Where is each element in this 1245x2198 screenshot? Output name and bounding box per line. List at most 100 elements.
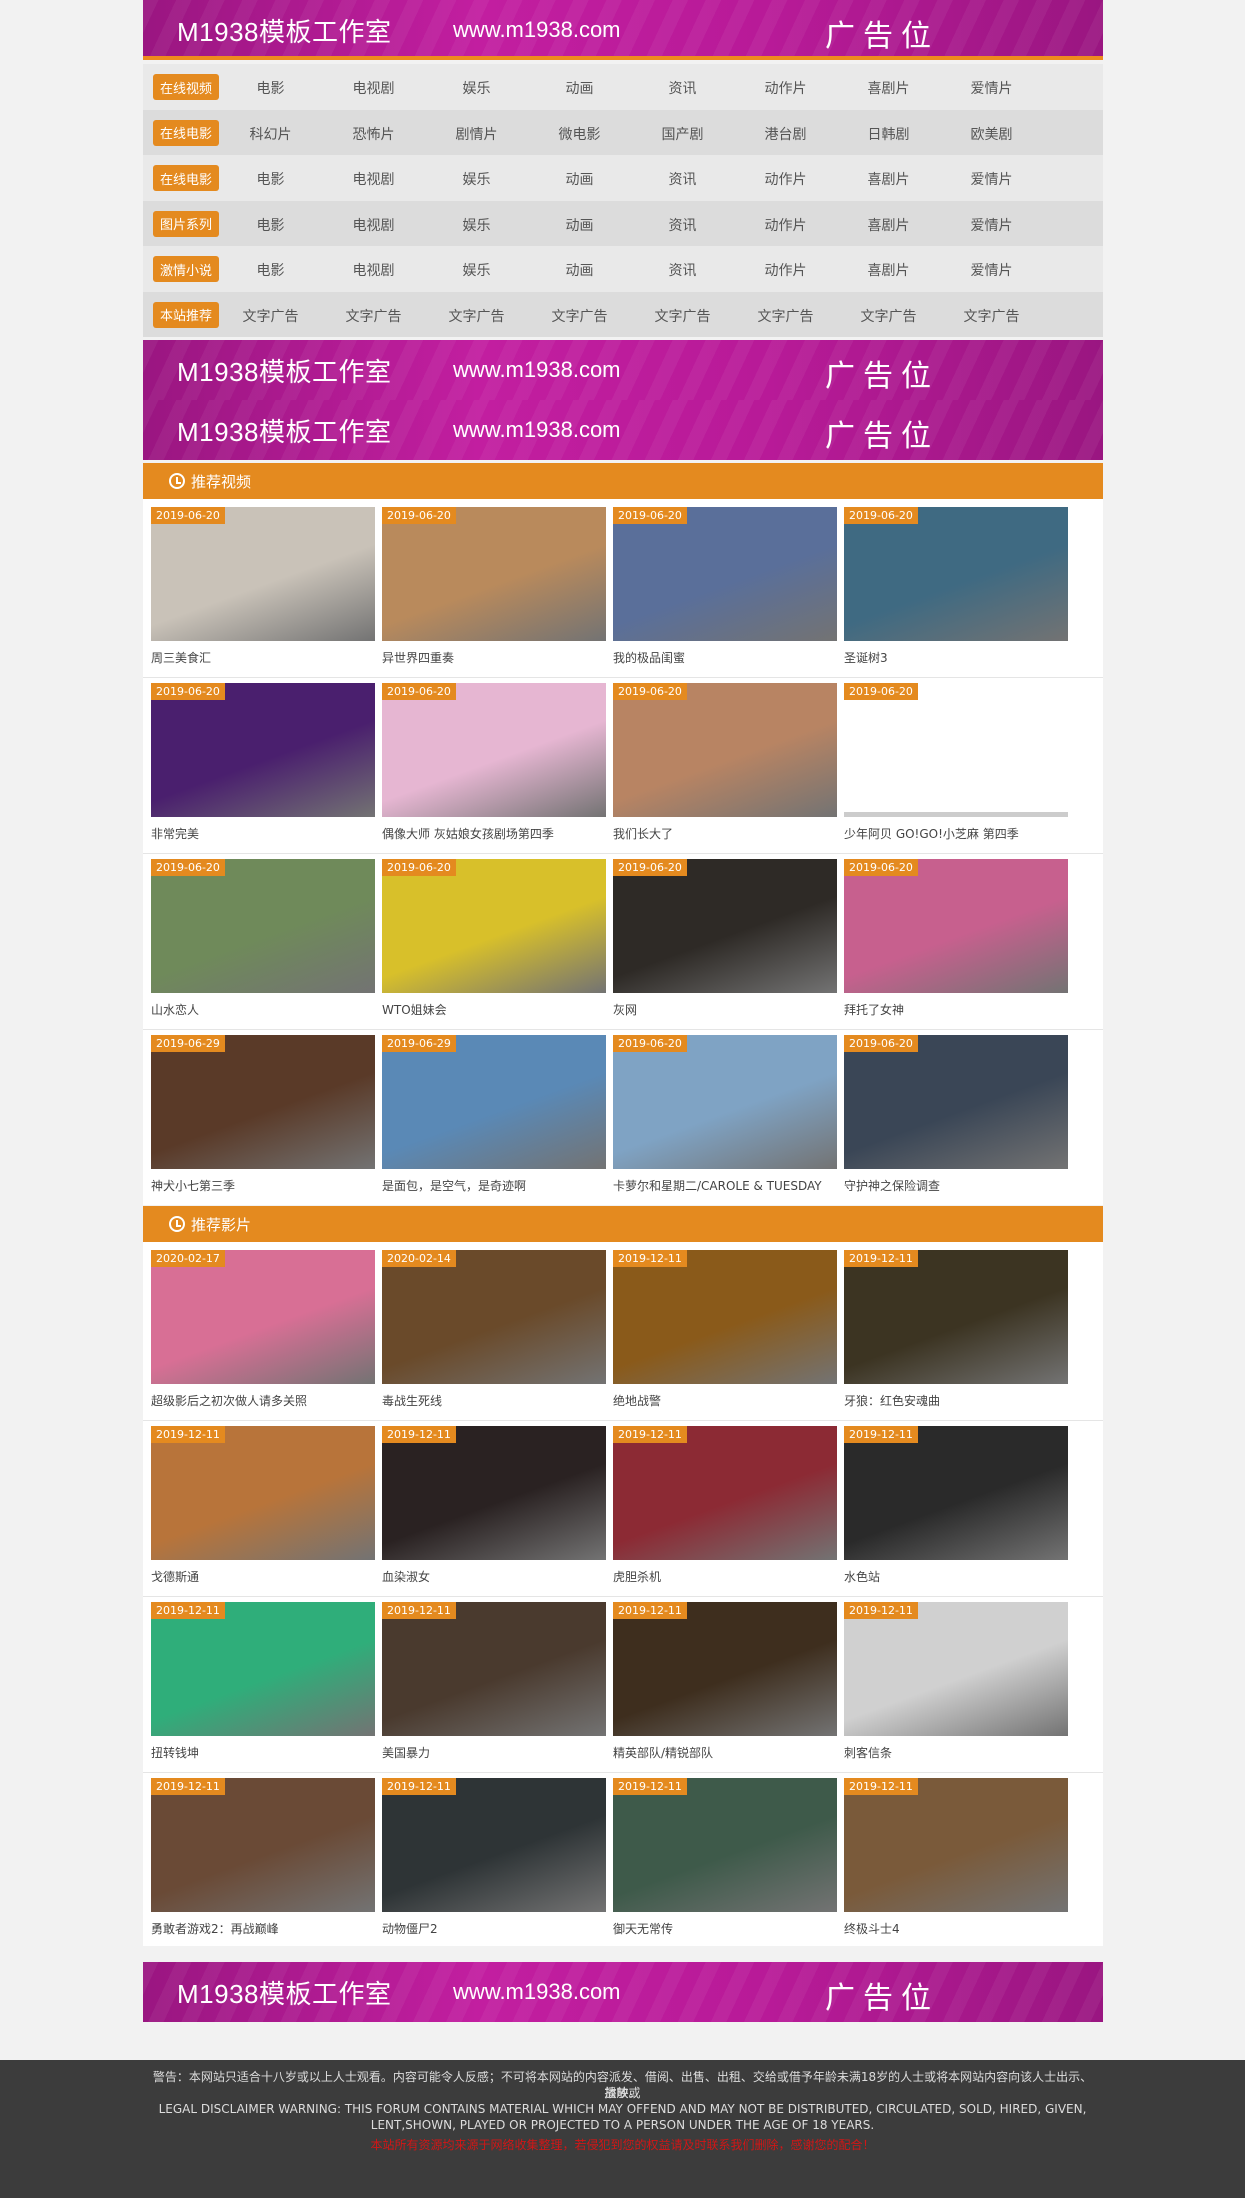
nav-link[interactable]: 爱情片	[940, 260, 1043, 280]
media-card[interactable]: 2019-06-20 卡萝尔和星期二/CAROLE & TUESDAY	[613, 1035, 837, 1201]
nav-link[interactable]: 欧美剧	[940, 124, 1043, 144]
media-card[interactable]: 2019-06-20 异世界四重奏	[382, 507, 606, 673]
media-title[interactable]: 少年阿贝 GO!GO!小芝麻 第四季	[844, 825, 1068, 842]
nav-link[interactable]: 娱乐	[425, 169, 528, 189]
poster-thumbnail[interactable]: 2019-06-20	[151, 507, 375, 641]
poster-thumbnail[interactable]: 2019-06-20	[844, 683, 1068, 817]
poster-thumbnail[interactable]: 2019-12-11	[151, 1602, 375, 1736]
nav-link[interactable]: 文字广告	[425, 306, 528, 326]
poster-thumbnail[interactable]: 2019-06-20	[613, 1035, 837, 1169]
nav-category-label[interactable]: 本站推荐	[153, 301, 219, 328]
media-title[interactable]: 扭转钱坤	[151, 1744, 375, 1761]
nav-link[interactable]: 剧情片	[425, 124, 528, 144]
media-card[interactable]: 2019-12-11 刺客信条	[844, 1602, 1068, 1768]
poster-thumbnail[interactable]: 2019-06-20	[844, 507, 1068, 641]
nav-link[interactable]: 国产剧	[631, 124, 734, 144]
nav-link[interactable]: 动画	[528, 215, 631, 235]
poster-thumbnail[interactable]: 2020-02-17	[151, 1250, 375, 1384]
poster-thumbnail[interactable]: 2019-12-11	[844, 1778, 1068, 1912]
media-card[interactable]: 2019-12-11 终极斗士4	[844, 1778, 1068, 1944]
poster-thumbnail[interactable]: 2019-12-11	[382, 1426, 606, 1560]
nav-category-label[interactable]: 在线视频	[153, 74, 219, 100]
nav-link[interactable]: 电影	[219, 169, 322, 189]
media-title[interactable]: 偶像大师 灰姑娘女孩剧场第四季	[382, 825, 606, 842]
nav-link[interactable]: 爱情片	[940, 78, 1043, 98]
media-card[interactable]: 2019-06-29 神犬小七第三季	[151, 1035, 375, 1201]
poster-thumbnail[interactable]: 2019-12-11	[844, 1602, 1068, 1736]
media-card[interactable]: 2019-06-20 我们长大了	[613, 683, 837, 849]
media-card[interactable]: 2019-12-11 戈德斯通	[151, 1426, 375, 1592]
nav-link[interactable]: 恐怖片	[322, 124, 425, 144]
poster-thumbnail[interactable]: 2019-12-11	[382, 1778, 606, 1912]
nav-link[interactable]: 动作片	[734, 215, 837, 235]
nav-link[interactable]: 资讯	[631, 260, 734, 280]
media-card[interactable]: 2019-12-11 勇敢者游戏2：再战巅峰	[151, 1778, 375, 1944]
nav-link[interactable]: 娱乐	[425, 215, 528, 235]
nav-link[interactable]: 资讯	[631, 78, 734, 98]
media-title[interactable]: 卡萝尔和星期二/CAROLE & TUESDAY	[613, 1177, 837, 1194]
ad-banner-2[interactable]: M1938模板工作室 www.m1938.com 广告位	[143, 340, 1103, 400]
media-title[interactable]: 动物僵尸2	[382, 1920, 606, 1937]
poster-thumbnail[interactable]: 2019-06-29	[151, 1035, 375, 1169]
nav-link[interactable]: 港台剧	[734, 124, 837, 144]
media-card[interactable]: 2019-06-20 灰网	[613, 859, 837, 1025]
media-title[interactable]: 终极斗士4	[844, 1920, 1068, 1937]
nav-link[interactable]: 动画	[528, 260, 631, 280]
media-card[interactable]: 2019-06-20 WTO姐妹会	[382, 859, 606, 1025]
poster-thumbnail[interactable]: 2019-06-20	[382, 507, 606, 641]
media-title[interactable]: 御天无常传	[613, 1920, 837, 1937]
nav-category-label[interactable]: 激情小说	[153, 256, 219, 282]
nav-link[interactable]: 喜剧片	[837, 78, 940, 98]
nav-link[interactable]: 微电影	[528, 124, 631, 144]
nav-link[interactable]: 文字广告	[837, 306, 940, 326]
poster-thumbnail[interactable]: 2020-02-14	[382, 1250, 606, 1384]
media-title[interactable]: 戈德斯通	[151, 1568, 375, 1585]
poster-thumbnail[interactable]: 2019-06-20	[382, 859, 606, 993]
poster-thumbnail[interactable]: 2019-06-20	[613, 683, 837, 817]
media-card[interactable]: 2019-12-11 绝地战警	[613, 1250, 837, 1416]
poster-thumbnail[interactable]: 2019-06-29	[382, 1035, 606, 1169]
media-card[interactable]: 2019-06-20 圣诞树3	[844, 507, 1068, 673]
media-title[interactable]: 非常完美	[151, 825, 375, 842]
media-title[interactable]: 灰网	[613, 1001, 837, 1018]
nav-link[interactable]: 文字广告	[734, 306, 837, 326]
nav-link[interactable]: 电视剧	[322, 260, 425, 280]
nav-category-label[interactable]: 在线电影	[153, 165, 219, 191]
poster-thumbnail[interactable]: 2019-12-11	[151, 1426, 375, 1560]
media-card[interactable]: 2019-12-11 美国暴力	[382, 1602, 606, 1768]
poster-thumbnail[interactable]: 2019-12-11	[151, 1778, 375, 1912]
nav-link[interactable]: 娱乐	[425, 78, 528, 98]
nav-link[interactable]: 动作片	[734, 260, 837, 280]
poster-thumbnail[interactable]: 2019-06-20	[151, 683, 375, 817]
nav-link[interactable]: 资讯	[631, 169, 734, 189]
media-title[interactable]: 美国暴力	[382, 1744, 606, 1761]
nav-link[interactable]: 爱情片	[940, 215, 1043, 235]
media-title[interactable]: 牙狼：红色安魂曲	[844, 1392, 1068, 1409]
media-title[interactable]: 守护神之保险调查	[844, 1177, 1068, 1194]
media-title[interactable]: 水色站	[844, 1568, 1068, 1585]
nav-link[interactable]: 日韩剧	[837, 124, 940, 144]
media-card[interactable]: 2019-06-20 山水恋人	[151, 859, 375, 1025]
poster-thumbnail[interactable]: 2019-12-11	[844, 1250, 1068, 1384]
media-card[interactable]: 2019-06-20 非常完美	[151, 683, 375, 849]
poster-thumbnail[interactable]: 2019-12-11	[382, 1602, 606, 1736]
poster-thumbnail[interactable]: 2019-12-11	[613, 1250, 837, 1384]
nav-link[interactable]: 文字广告	[322, 306, 425, 326]
media-card[interactable]: 2020-02-14 毒战生死线	[382, 1250, 606, 1416]
ad-banner-top[interactable]: M1938模板工作室 www.m1938.com 广告位	[143, 0, 1103, 60]
media-card[interactable]: 2019-12-11 精英部队/精锐部队	[613, 1602, 837, 1768]
ad-banner-3[interactable]: M1938模板工作室 www.m1938.com 广告位	[143, 400, 1103, 460]
media-title[interactable]: 血染淑女	[382, 1568, 606, 1585]
poster-thumbnail[interactable]: 2019-12-11	[613, 1602, 837, 1736]
media-card[interactable]: 2019-12-11 扭转钱坤	[151, 1602, 375, 1768]
media-card[interactable]: 2019-06-20 周三美食汇	[151, 507, 375, 673]
media-card[interactable]: 2019-12-11 血染淑女	[382, 1426, 606, 1592]
media-title[interactable]: 虎胆杀机	[613, 1568, 837, 1585]
media-title[interactable]: 我们长大了	[613, 825, 837, 842]
nav-link[interactable]: 爱情片	[940, 169, 1043, 189]
nav-link[interactable]: 资讯	[631, 215, 734, 235]
nav-link[interactable]: 喜剧片	[837, 169, 940, 189]
media-card[interactable]: 2019-06-20 我的极品闺蜜	[613, 507, 837, 673]
media-title[interactable]: 神犬小七第三季	[151, 1177, 375, 1194]
nav-link[interactable]: 喜剧片	[837, 260, 940, 280]
